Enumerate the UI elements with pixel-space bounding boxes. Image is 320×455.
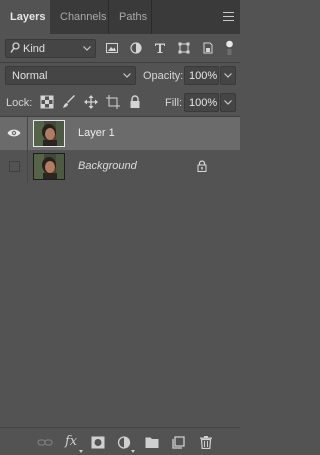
search-icon xyxy=(10,42,20,53)
fill-label: Fill: xyxy=(165,97,183,109)
fill-slider-button[interactable] xyxy=(220,93,236,112)
lock-position-icon[interactable] xyxy=(84,95,98,109)
new-group-icon[interactable] xyxy=(145,436,159,449)
chevron-down-icon xyxy=(83,46,91,51)
layer-filter-row: Kind xyxy=(0,34,240,62)
pixel-layer-filter-icon[interactable] xyxy=(106,42,118,54)
tab-channels[interactable]: Channels xyxy=(50,0,108,34)
smart-object-filter-icon[interactable] xyxy=(202,42,214,54)
filter-kind-select[interactable]: Kind xyxy=(5,39,96,58)
filter-toggle-icon[interactable] xyxy=(226,40,233,56)
visibility-toggle[interactable] xyxy=(0,150,28,183)
fx-menu-arrow-icon xyxy=(79,450,83,453)
filter-kind-label: Kind xyxy=(23,43,46,55)
new-layer-icon[interactable] xyxy=(172,436,186,449)
layer-name[interactable]: Layer 1 xyxy=(78,127,115,139)
opacity-label: Opacity: xyxy=(143,70,184,82)
tab-layers[interactable]: Layers xyxy=(0,0,50,34)
lock-icon xyxy=(197,160,207,172)
layers-list: Layer 1 Background xyxy=(0,117,240,427)
adjustment-menu-arrow-icon xyxy=(131,450,135,453)
link-layers-icon[interactable] xyxy=(37,436,53,449)
eye-icon xyxy=(7,129,21,137)
portrait-thumbnail-image xyxy=(34,154,64,179)
opacity-slider-button[interactable] xyxy=(220,66,236,85)
blend-mode-select[interactable]: Normal xyxy=(5,66,136,85)
hidden-visibility-box xyxy=(9,161,20,172)
adjustment-layer-filter-icon[interactable] xyxy=(130,42,142,54)
delete-layer-icon[interactable] xyxy=(199,436,213,449)
lock-row: Lock: Fill: 100% xyxy=(0,90,240,116)
layers-bottom-toolbar: fx xyxy=(0,427,240,455)
chevron-down-icon xyxy=(224,100,232,105)
visibility-toggle[interactable] xyxy=(0,117,28,150)
portrait-thumbnail-image xyxy=(34,121,64,146)
layer-name[interactable]: Background xyxy=(78,160,137,172)
type-layer-filter-icon[interactable] xyxy=(154,42,166,54)
chevron-down-icon xyxy=(224,73,232,78)
hamburger-menu-icon[interactable] xyxy=(223,12,234,21)
lock-image-pixels-icon[interactable] xyxy=(62,95,76,109)
layer-row-layer-1[interactable]: Layer 1 xyxy=(0,117,240,150)
lock-all-icon[interactable] xyxy=(128,95,142,109)
fx-layer-style-icon[interactable]: fx xyxy=(65,434,77,449)
fill-value: 100% xyxy=(189,97,218,109)
tab-divider xyxy=(151,0,152,34)
tab-paths[interactable]: Paths xyxy=(109,0,151,34)
blend-mode-row: Normal Opacity: 100% xyxy=(0,62,240,90)
opacity-input[interactable]: 100% xyxy=(184,66,219,85)
shape-layer-filter-icon[interactable] xyxy=(178,42,190,54)
blend-mode-value: Normal xyxy=(12,70,48,82)
lock-transparent-pixels-icon[interactable] xyxy=(40,95,54,109)
add-mask-icon[interactable] xyxy=(91,436,105,449)
layer-thumbnail xyxy=(33,153,65,180)
layer-row-background[interactable]: Background xyxy=(0,150,240,183)
adjustment-layer-icon[interactable] xyxy=(117,436,131,449)
fill-input[interactable]: 100% xyxy=(184,93,219,112)
lock-artboard-icon[interactable] xyxy=(106,95,120,109)
chevron-down-icon xyxy=(123,73,131,78)
opacity-value: 100% xyxy=(189,70,218,82)
panel-tab-bar: Layers Channels Paths xyxy=(0,0,240,34)
layer-thumbnail xyxy=(33,120,65,147)
lock-label: Lock: xyxy=(6,97,33,109)
